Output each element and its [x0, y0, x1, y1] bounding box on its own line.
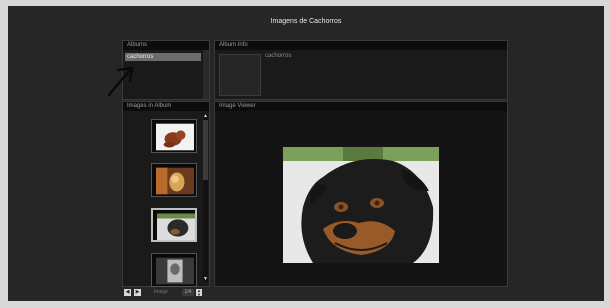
next-button[interactable]: ▶ [134, 289, 141, 296]
album-item-cachorros[interactable]: cachorros [125, 53, 201, 61]
scrollbar-thumb[interactable] [203, 120, 208, 180]
scroll-up-arrow-icon[interactable]: ▲ [203, 114, 208, 119]
hand-drawn-arrow-icon [107, 66, 134, 97]
app-window: Imagens de Cachorros Albums cachorros Al… [8, 6, 604, 301]
thumbnail-dog-3[interactable] [151, 208, 197, 242]
window-frame-right [604, 0, 609, 308]
pager-label: Image [154, 289, 168, 295]
image-viewer-body [215, 111, 507, 286]
album-cover-thumbnail [219, 54, 261, 96]
image-viewer-panel: Image Viewer [214, 101, 508, 287]
image-index-input[interactable]: 1/4 [182, 289, 194, 296]
dog-photo-4-icon [156, 257, 194, 285]
scroll-down-arrow-icon[interactable]: ▼ [203, 277, 208, 282]
albums-scrollbar[interactable] [203, 50, 209, 99]
thumbnail-dog-4[interactable] [151, 253, 197, 287]
image-viewer-header: Image Viewer [215, 102, 507, 111]
album-info-name: cachorros [265, 53, 292, 59]
album-info-panel: Album Info cachorros [214, 40, 508, 100]
images-scrollbar[interactable]: ▲ ▼ [203, 114, 208, 282]
app-title: Imagens de Cachorros [270, 18, 342, 25]
image-index-spinner[interactable]: ▲ ▼ [196, 289, 202, 296]
thumbnail-dog-2[interactable] [151, 163, 197, 197]
dog-photo-2-icon [156, 167, 194, 195]
window-frame-bottom [0, 301, 609, 308]
previous-button[interactable]: ◀ [124, 289, 131, 296]
dog-photo-1-icon [156, 123, 194, 151]
window-frame-left [0, 0, 8, 308]
dog-photo-3-icon [157, 213, 195, 241]
rottweiler-photo-icon [283, 147, 439, 263]
album-info-header: Album Info [215, 41, 507, 50]
thumbnail-dog-1[interactable] [151, 119, 197, 153]
images-panel: Images in Album ▲ ▼ [122, 101, 210, 287]
images-header: Images in Album [123, 102, 209, 111]
spin-down-icon[interactable]: ▼ [196, 292, 202, 297]
albums-header: Albums [123, 41, 209, 50]
